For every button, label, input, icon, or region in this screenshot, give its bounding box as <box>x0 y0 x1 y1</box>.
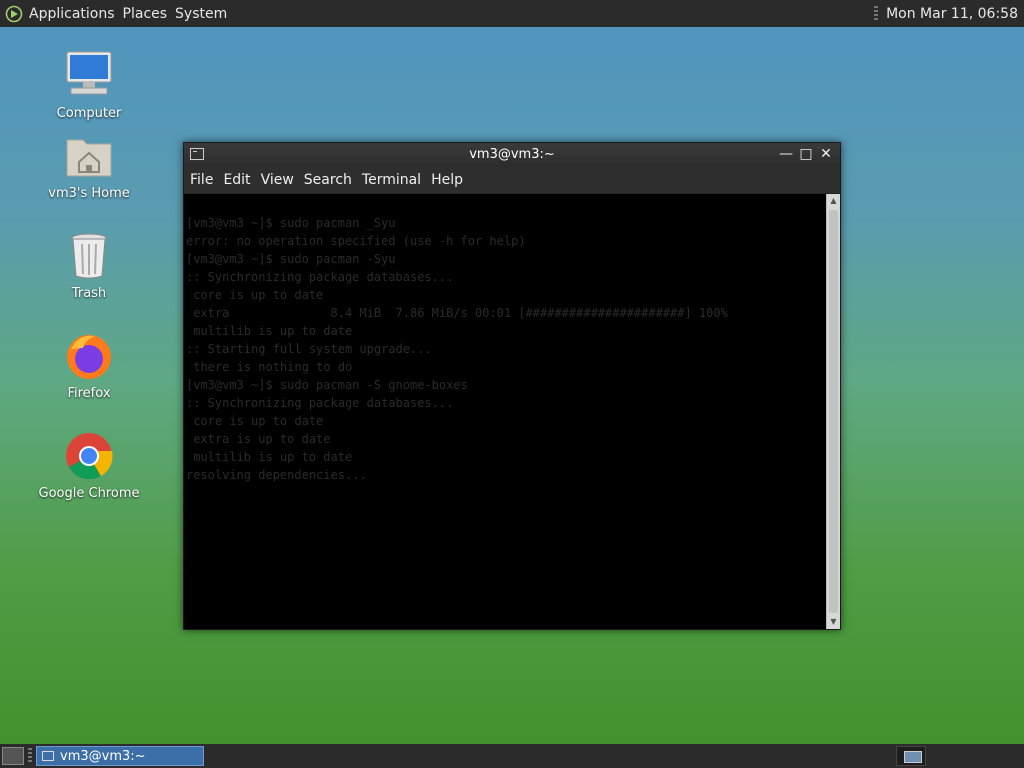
workspace-switcher[interactable] <box>896 746 926 766</box>
top-panel: Applications Places System Mon Mar 11, 0… <box>0 0 1024 27</box>
desktop-icon-firefox[interactable]: Firefox <box>34 330 144 401</box>
distro-logo-icon[interactable] <box>5 5 23 23</box>
desktop-icon-trash[interactable]: Trash <box>34 230 144 301</box>
scroll-down-icon[interactable]: ▼ <box>827 615 840 629</box>
desktop-icon-label: Google Chrome <box>38 486 140 501</box>
taskbar-button-terminal[interactable]: vm3@vm3:~ <box>36 746 204 766</box>
clock[interactable]: Mon Mar 11, 06:58 <box>886 6 1018 22</box>
terminal-line: [vm3@vm3 ~]$ sudo pacman -S gnome-boxes <box>186 378 468 392</box>
desktop-icon-label: Firefox <box>67 386 111 401</box>
terminal-line: :: Starting full system upgrade... <box>186 342 432 356</box>
menu-search[interactable]: Search <box>304 172 352 188</box>
terminal-line: multilib is up to date <box>186 450 353 464</box>
maximize-button[interactable]: □ <box>798 146 814 162</box>
desktop-icon-label: Computer <box>56 106 122 121</box>
menu-view[interactable]: View <box>261 172 294 188</box>
terminal-line: :: Synchronizing package databases... <box>186 270 454 284</box>
home-folder-icon <box>63 130 115 182</box>
show-desktop-icon[interactable] <box>2 747 24 765</box>
scrollbar-thumb[interactable] <box>829 210 838 613</box>
menu-applications[interactable]: Applications <box>29 6 115 22</box>
panel-separator <box>874 5 879 22</box>
workspace-window-preview <box>904 751 922 763</box>
terminal-output[interactable]: [vm3@vm3 ~]$ sudo pacman _Syu error: no o… <box>184 194 826 629</box>
computer-icon <box>63 50 115 102</box>
terminal-line: extra 8.4 MiB 7.86 MiB/s 00:01 [########… <box>186 306 728 320</box>
terminal-line: there is nothing to do <box>186 360 353 374</box>
window-menubar: File Edit View Search Terminal Help <box>184 167 840 194</box>
terminal-scrollbar[interactable]: ▲ ▼ <box>826 194 840 629</box>
chrome-icon <box>63 430 115 482</box>
minimize-button[interactable]: — <box>778 146 794 162</box>
menu-help[interactable]: Help <box>431 172 463 188</box>
close-button[interactable]: ✕ <box>818 146 834 162</box>
window-controls: — □ ✕ <box>778 146 834 162</box>
terminal-line: core is up to date <box>186 288 324 302</box>
terminal-line: error: no operation specified (use -h fo… <box>186 234 526 248</box>
window-titlebar[interactable]: vm3@vm3:~ — □ ✕ <box>184 143 840 167</box>
desktop-icon-label: Trash <box>71 286 107 301</box>
terminal-line: extra is up to date <box>186 432 331 446</box>
terminal-line: multilib is up to date <box>186 324 353 338</box>
terminal-line: :: Synchronizing package databases... <box>186 396 454 410</box>
firefox-icon <box>63 330 115 382</box>
desktop-icon-home[interactable]: vm3's Home <box>34 130 144 201</box>
desktop-icon-chrome[interactable]: Google Chrome <box>34 430 144 501</box>
trash-icon <box>63 230 115 282</box>
bottom-panel: vm3@vm3:~ <box>0 744 1024 768</box>
terminal-line: [vm3@vm3 ~]$ sudo pacman -Syu <box>186 252 396 266</box>
taskbar-button-label: vm3@vm3:~ <box>60 748 146 764</box>
menu-terminal[interactable]: Terminal <box>362 172 421 188</box>
terminal-line: resolving dependencies... <box>186 468 367 482</box>
window-title: vm3@vm3:~ <box>469 147 555 162</box>
scroll-up-icon[interactable]: ▲ <box>827 194 840 208</box>
terminal-line: core is up to date <box>186 414 324 428</box>
terminal-window[interactable]: vm3@vm3:~ — □ ✕ File Edit View Search Te… <box>183 142 841 630</box>
menu-edit[interactable]: Edit <box>223 172 250 188</box>
menu-system[interactable]: System <box>175 6 227 22</box>
menu-places[interactable]: Places <box>123 6 168 22</box>
desktop-icon-computer[interactable]: Computer <box>34 50 144 121</box>
panel-separator <box>28 748 32 764</box>
menu-file[interactable]: File <box>190 172 213 188</box>
desktop-icon-label: vm3's Home <box>48 186 130 201</box>
terminal-icon <box>42 751 54 761</box>
terminal-line: [vm3@vm3 ~]$ sudo pacman _Syu <box>186 216 396 230</box>
